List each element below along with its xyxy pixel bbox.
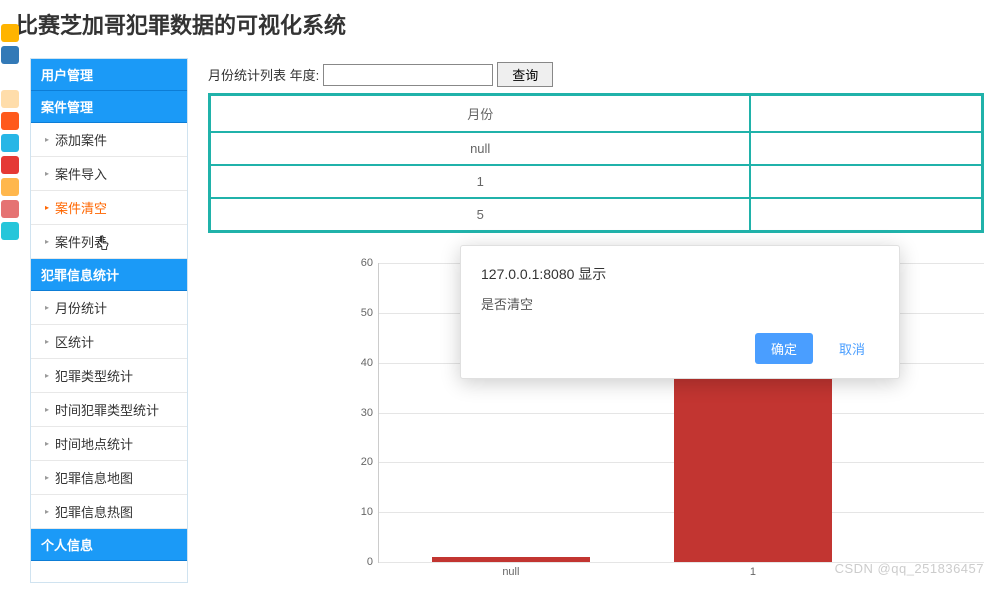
watermark: CSDN @qq_251836457 [835,561,984,576]
chevron-right-icon: ▸ [45,203,49,212]
query-bar: 月份统计列表 年度: 查询 [208,58,984,91]
year-input[interactable] [323,64,493,86]
sidebar-item[interactable]: ▸ 时间犯罪类型统计 [31,393,187,427]
table-cell: 5 [210,198,750,231]
sidebar-item[interactable]: ▸ 添加案件 [31,123,187,157]
sidebar-item-label: 犯罪信息热图 [55,502,133,521]
sidebar-app-icon[interactable] [1,222,19,240]
y-axis-tick: 50 [361,307,373,319]
sidebar-item[interactable]: ▸ 犯罪类型统计 [31,359,187,393]
chevron-right-icon: ▸ [45,135,49,144]
sidebar-item[interactable]: ▸ 犯罪信息热图 [31,495,187,529]
x-axis-tick: 1 [750,566,756,578]
chevron-right-icon: ▸ [45,439,49,448]
table-header: 月份 [210,95,750,132]
sidebar-app-icon[interactable] [1,178,19,196]
table-row: 1 [210,165,982,198]
sidebar-section-header[interactable]: 案件管理 [31,91,187,123]
sidebar-app-icon[interactable] [1,24,19,42]
table-row: 5 [210,198,982,231]
sidebar-app-icon[interactable] [1,156,19,174]
dialog-title: 127.0.0.1:8080 显示 [481,264,879,284]
cancel-button[interactable]: 取消 [825,333,879,364]
y-axis-tick: 20 [361,456,373,468]
sidebar-item-label: 犯罪类型统计 [55,366,133,385]
x-axis-tick: null [502,566,519,578]
chevron-right-icon: ▸ [45,507,49,516]
y-axis-tick: 0 [367,556,373,568]
sidebar-app-icon[interactable] [1,90,19,108]
sidebar-item-label: 时间地点统计 [55,434,133,453]
sidebar-item[interactable]: ▸ 犯罪信息地图 [31,461,187,495]
sidebar-item[interactable]: ▸ 月份统计 [31,291,187,325]
table-cell [750,198,982,231]
chevron-right-icon: ▸ [45,337,49,346]
sidebar-item-label: 案件清空 [55,198,107,217]
sidebar-item[interactable]: ▸ 时间地点统计 [31,427,187,461]
confirm-dialog: 127.0.0.1:8080 显示 是否清空 确定 取消 [460,245,900,379]
table-cell [750,165,982,198]
chevron-right-icon: ▸ [45,303,49,312]
chart-bar [674,358,831,562]
chevron-right-icon: ▸ [45,237,49,246]
query-label: 月份统计列表 年度: [208,65,319,84]
confirm-button[interactable]: 确定 [755,333,813,364]
sidebar-section-header[interactable]: 个人信息 [31,529,187,561]
sidebar-item-label: 犯罪信息地图 [55,468,133,487]
sidebar-app-icon[interactable] [1,68,19,86]
sidebar: 用户管理案件管理▸添加案件▸案件导入▸案件清空▸案件列表犯罪信息统计▸月份统计▸… [30,58,188,583]
sidebar-section-header[interactable]: 用户管理 [31,59,187,91]
sidebar-item[interactable]: ▸ 区统计 [31,325,187,359]
y-axis-tick: 10 [361,506,373,518]
sidebar-item-label: 添加案件 [55,130,107,149]
chart-bar [432,557,589,562]
sidebar-app-icon[interactable] [1,46,19,64]
sidebar-item-label: 月份统计 [55,298,107,317]
sidebar-app-icon[interactable] [1,112,19,130]
sidebar-section-header[interactable]: 犯罪信息统计 [31,259,187,291]
sidebar-item[interactable]: ▸ 案件清空 [31,191,187,225]
dialog-body: 是否清空 [481,294,879,313]
sidebar-item-label: 时间犯罪类型统计 [55,400,159,419]
table-header [750,95,982,132]
sidebar-app-icon[interactable] [1,200,19,218]
sidebar-item-label: 案件导入 [55,164,107,183]
y-axis-tick: 30 [361,407,373,419]
sidebar-item-label: 案件列表 [55,232,107,251]
sidebar-item-label: 区统计 [55,332,94,351]
chevron-right-icon: ▸ [45,405,49,414]
y-axis-tick: 60 [361,257,373,269]
month-table: 月份null15 [208,93,984,233]
sidebar-item[interactable]: ▸ 案件列表 [31,225,187,259]
table-row: null [210,132,982,165]
chevron-right-icon: ▸ [45,473,49,482]
y-axis-tick: 40 [361,357,373,369]
sidebar-item[interactable]: ▸ 案件导入 [31,157,187,191]
table-cell [750,132,982,165]
table-cell: null [210,132,750,165]
table-cell: 1 [210,165,750,198]
chevron-right-icon: ▸ [45,169,49,178]
chevron-right-icon: ▸ [45,371,49,380]
sidebar-app-icon[interactable] [1,134,19,152]
page-title: 比赛芝加哥犯罪数据的可视化系统 [0,0,1004,48]
query-button[interactable]: 查询 [497,62,553,87]
